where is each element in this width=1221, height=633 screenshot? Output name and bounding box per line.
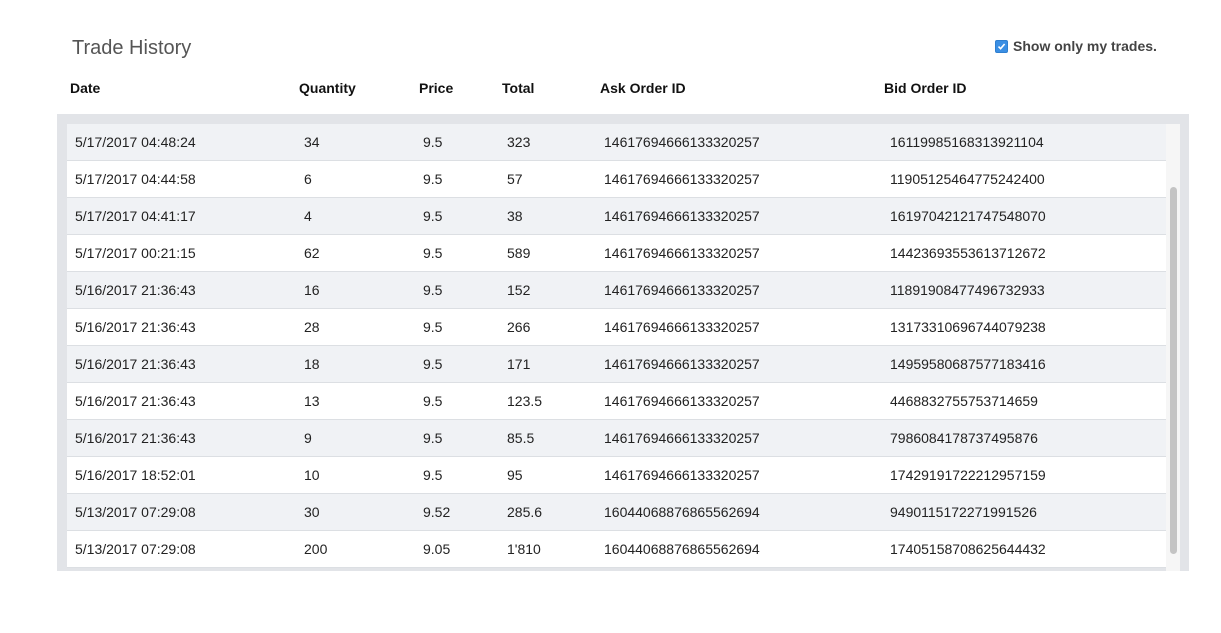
cell-price: 9.5 xyxy=(423,356,443,372)
column-header-price[interactable]: Price xyxy=(419,80,453,96)
checkbox-checked-icon[interactable] xyxy=(995,39,1008,53)
cell-ask-order-id: 14617694666133320257 xyxy=(604,245,760,261)
cell-bid-order-id: 4468832755753714659 xyxy=(890,393,1038,409)
table-row[interactable]: 5/17/2017 04:44:58 6 9.5 57 1461769466613332… xyxy=(67,161,1166,198)
cell-price: 9.5 xyxy=(423,245,443,261)
cell-quantity: 62 xyxy=(304,245,320,261)
cell-price: 9.05 xyxy=(423,541,451,557)
vertical-scrollbar[interactable] xyxy=(1166,124,1180,571)
cell-quantity: 28 xyxy=(304,319,320,335)
cell-ask-order-id: 14617694666133320257 xyxy=(604,467,760,483)
cell-ask-order-id: 16044068876865562694 xyxy=(604,541,760,557)
cell-date: 5/17/2017 04:48:24 xyxy=(75,134,196,150)
cell-ask-order-id: 14617694666133320257 xyxy=(604,319,760,335)
cell-ask-order-id: 14617694666133320257 xyxy=(604,134,760,150)
table-row[interactable]: 5/17/2017 04:48:24 34 9.5 323 14617694666133… xyxy=(67,124,1166,161)
cell-ask-order-id: 14617694666133320257 xyxy=(604,430,760,446)
column-header-date[interactable]: Date xyxy=(70,80,100,96)
table-row[interactable]: 5/17/2017 00:21:15 62 9.5 589 14617694666133… xyxy=(67,235,1166,272)
cell-date: 5/16/2017 21:36:43 xyxy=(75,393,196,409)
cell-price: 9.5 xyxy=(423,282,443,298)
table-row[interactable]: 5/16/2017 18:52:01 10 9.5 95 146176946661333… xyxy=(67,457,1166,494)
cell-price: 9.5 xyxy=(423,319,443,335)
scrollbar-thumb[interactable] xyxy=(1170,187,1177,554)
cell-price: 9.5 xyxy=(423,134,443,150)
cell-total: 266 xyxy=(507,319,531,335)
cell-quantity: 16 xyxy=(304,282,320,298)
column-header-quantity[interactable]: Quantity xyxy=(299,80,356,96)
cell-date: 5/16/2017 21:36:43 xyxy=(75,356,196,372)
cell-total: 171 xyxy=(507,356,531,372)
table-row[interactable]: 5/16/2017 21:36:43 9 9.5 85.5 14617694666133… xyxy=(67,420,1166,457)
cell-total: 323 xyxy=(507,134,531,150)
cell-quantity: 34 xyxy=(304,134,320,150)
cell-total: 152 xyxy=(507,282,531,298)
cell-date: 5/17/2017 04:41:17 xyxy=(75,208,196,224)
cell-ask-order-id: 14617694666133320257 xyxy=(604,282,760,298)
cell-quantity: 13 xyxy=(304,393,320,409)
table-row[interactable]: 5/16/2017 21:36:43 18 9.5 171 14617694666133… xyxy=(67,346,1166,383)
show-only-my-trades-label: Show only my trades. xyxy=(1013,38,1157,54)
cell-ask-order-id: 14617694666133320257 xyxy=(604,171,760,187)
cell-date: 5/16/2017 21:36:43 xyxy=(75,282,196,298)
table-row[interactable]: 5/13/2017 07:29:08 30 9.52 285.6 16044068876… xyxy=(67,494,1166,531)
column-header-bid-order-id[interactable]: Bid Order ID xyxy=(884,80,966,96)
cell-total: 123.5 xyxy=(507,393,543,409)
cell-bid-order-id: 7986084178737495876 xyxy=(890,430,1038,446)
table-row[interactable]: 5/16/2017 21:36:43 13 9.5 123.5 146176946661… xyxy=(67,383,1166,420)
cell-total: 1'810 xyxy=(507,541,541,557)
table-row[interactable]: 5/16/2017 21:36:43 16 9.5 152 14617694666133… xyxy=(67,272,1166,309)
show-only-my-trades-toggle[interactable]: Show only my trades. xyxy=(995,38,1157,54)
cell-date: 5/13/2017 07:29:08 xyxy=(75,541,196,557)
cell-total: 285.6 xyxy=(507,504,543,520)
cell-quantity: 30 xyxy=(304,504,320,520)
cell-bid-order-id: 14423693553613712672 xyxy=(890,245,1046,261)
cell-bid-order-id: 16197042121747548070 xyxy=(890,208,1046,224)
cell-ask-order-id: 14617694666133320257 xyxy=(604,208,760,224)
cell-price: 9.5 xyxy=(423,208,443,224)
table-row[interactable]: 5/13/2017 07:29:08 200 9.05 1'810 1604406887… xyxy=(67,531,1166,568)
cell-total: 589 xyxy=(507,245,531,261)
cell-quantity: 18 xyxy=(304,356,320,372)
table-row[interactable]: 5/16/2017 21:36:43 28 9.5 266 14617694666133… xyxy=(67,309,1166,346)
cell-bid-order-id: 9490115172271991526 xyxy=(890,504,1037,520)
cell-bid-order-id: 14959580687577183416 xyxy=(890,356,1046,372)
cell-date: 5/16/2017 21:36:43 xyxy=(75,430,196,446)
cell-date: 5/16/2017 18:52:01 xyxy=(75,467,196,483)
cell-price: 9.5 xyxy=(423,467,443,483)
cell-quantity: 4 xyxy=(304,208,312,224)
cell-date: 5/16/2017 21:36:43 xyxy=(75,319,196,335)
cell-date: 5/13/2017 07:29:08 xyxy=(75,504,196,520)
cell-total: 38 xyxy=(507,208,523,224)
page-title: Trade History xyxy=(72,37,192,59)
cell-quantity: 9 xyxy=(304,430,312,446)
cell-quantity: 200 xyxy=(304,541,328,557)
cell-total: 85.5 xyxy=(507,430,535,446)
cell-ask-order-id: 16044068876865562694 xyxy=(604,504,760,520)
trade-table-body: 5/17/2017 04:48:24 34 9.5 323 14617694666133… xyxy=(67,124,1166,568)
cell-bid-order-id: 16119985168313921104 xyxy=(890,134,1044,150)
cell-price: 9.5 xyxy=(423,171,443,187)
cell-price: 9.5 xyxy=(423,430,443,446)
table-header: Date Quantity Price Total Ask Order ID B… xyxy=(0,80,1221,100)
column-header-ask-order-id[interactable]: Ask Order ID xyxy=(600,80,686,96)
trade-table: 5/17/2017 04:48:24 34 9.5 323 14617694666133… xyxy=(57,114,1189,571)
cell-bid-order-id: 11905125464775242400 xyxy=(890,171,1045,187)
cell-bid-order-id: 11891908477496732933 xyxy=(890,282,1045,298)
cell-bid-order-id: 13173310696744079238 xyxy=(890,319,1046,335)
cell-date: 5/17/2017 04:44:58 xyxy=(75,171,196,187)
cell-ask-order-id: 14617694666133320257 xyxy=(604,393,760,409)
cell-ask-order-id: 14617694666133320257 xyxy=(604,356,760,372)
cell-bid-order-id: 17405158708625644432 xyxy=(890,541,1046,557)
cell-total: 57 xyxy=(507,171,523,187)
table-row[interactable]: 5/17/2017 04:41:17 4 9.5 38 1461769466613332… xyxy=(67,198,1166,235)
cell-quantity: 6 xyxy=(304,171,312,187)
cell-price: 9.5 xyxy=(423,393,443,409)
cell-bid-order-id: 17429191722212957159 xyxy=(890,467,1046,483)
column-header-total[interactable]: Total xyxy=(502,80,534,96)
cell-date: 5/17/2017 00:21:15 xyxy=(75,245,196,261)
cell-total: 95 xyxy=(507,467,523,483)
cell-price: 9.52 xyxy=(423,504,451,520)
cell-quantity: 10 xyxy=(304,467,320,483)
